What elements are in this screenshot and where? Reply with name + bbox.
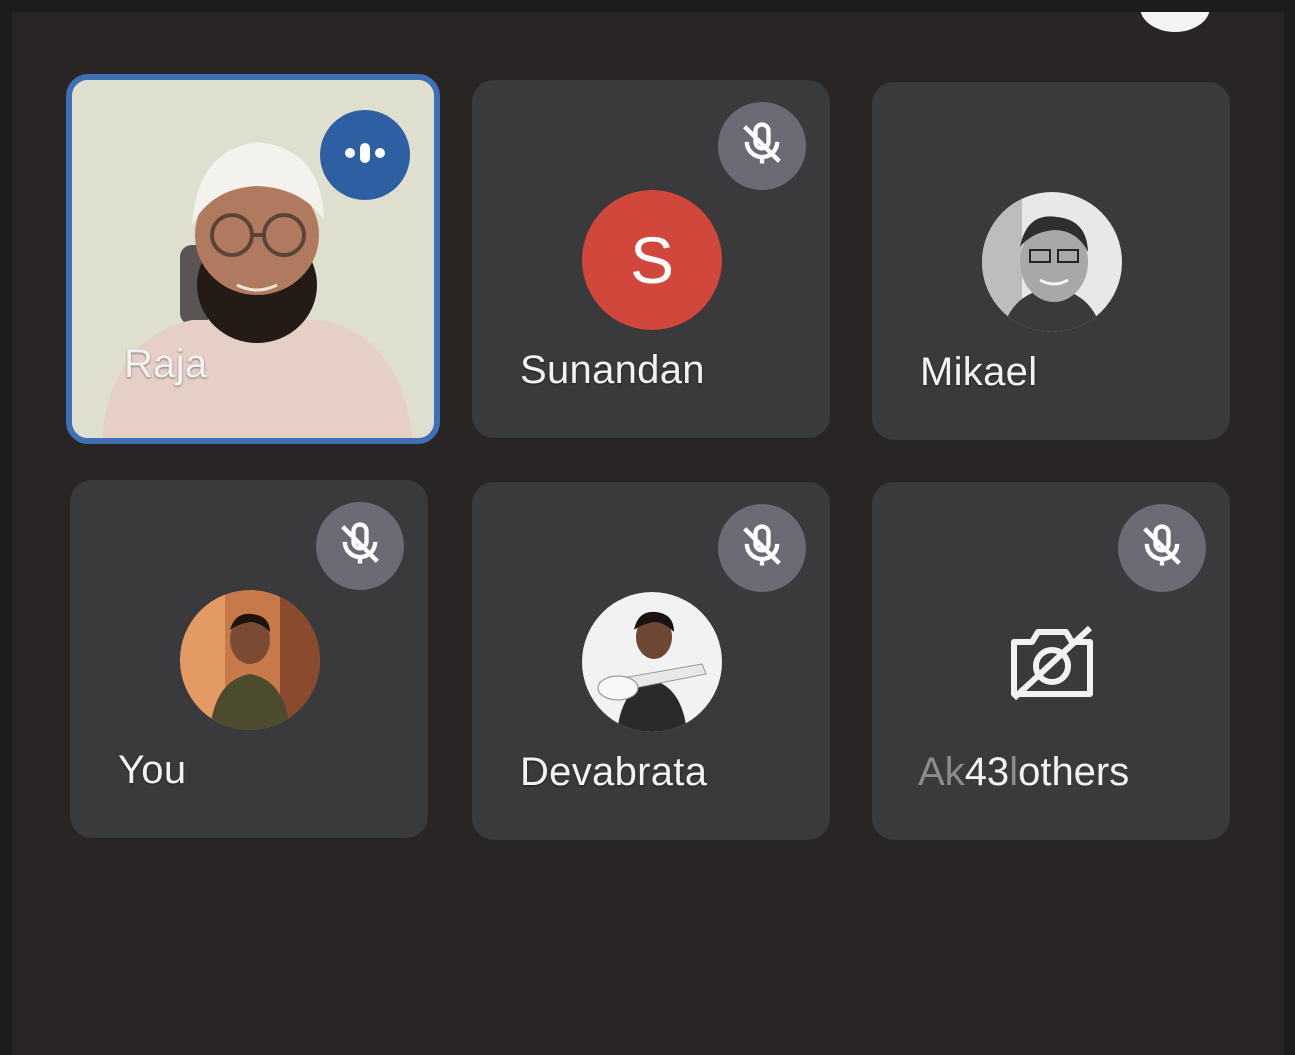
mic-off-icon <box>736 118 788 175</box>
mute-indicator <box>718 102 806 190</box>
participant-name: Devabrata <box>520 750 708 794</box>
participant-tile-you[interactable]: You <box>70 480 428 838</box>
avatar <box>982 192 1122 332</box>
participant-name: Sunandan <box>520 348 705 392</box>
ghost-text: l <box>1009 750 1019 794</box>
avatar <box>582 592 722 732</box>
avatar <box>180 590 320 730</box>
participant-tile-others[interactable]: Ak43lothers <box>872 482 1230 840</box>
audio-levels-icon <box>340 138 390 173</box>
participant-name: Raja <box>124 342 208 386</box>
ghost-text: Ak <box>918 750 965 794</box>
mute-indicator <box>1118 504 1206 592</box>
others-count: 43 <box>964 750 1010 794</box>
speaking-indicator <box>320 110 410 200</box>
participant-tile-mikael[interactable]: Mikael <box>872 82 1230 440</box>
others-text: others <box>1018 750 1130 794</box>
participant-tile-sunandan[interactable]: S Sunandan <box>472 80 830 438</box>
participant-tile-raja[interactable]: Raja <box>66 74 440 444</box>
mute-indicator <box>316 502 404 590</box>
mic-off-icon <box>1136 520 1188 577</box>
participant-name: You <box>118 748 187 792</box>
meeting-grid: Raja S Sunandan Mikael You Devabrata Ak4… <box>12 12 1284 1055</box>
mic-off-icon <box>736 520 788 577</box>
participant-tile-devabrata[interactable]: Devabrata <box>472 482 830 840</box>
corner-control[interactable] <box>1140 12 1210 32</box>
camera-off-icon <box>1002 622 1102 702</box>
participant-name: Mikael <box>920 350 1038 394</box>
avatar: S <box>582 190 722 330</box>
mic-off-icon <box>334 518 386 575</box>
mute-indicator <box>718 504 806 592</box>
others-count-label: Ak43lothers <box>918 750 1129 795</box>
